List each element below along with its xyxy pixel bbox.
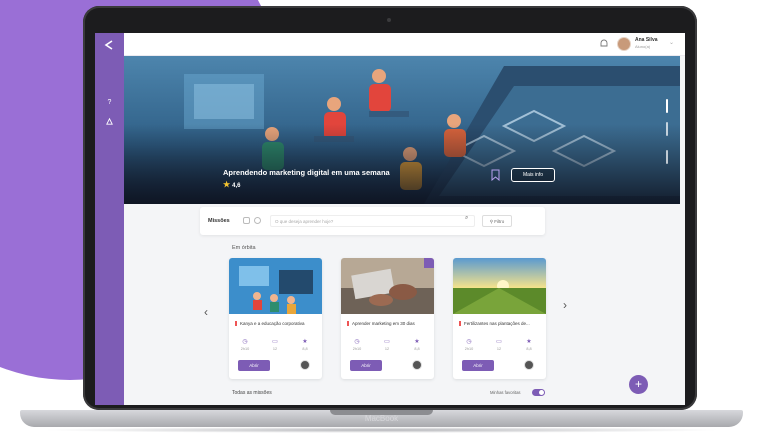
stat-value: 12 — [496, 347, 502, 351]
grid-view-icon[interactable] — [243, 217, 250, 224]
user-name: Ana Silva — [635, 37, 658, 43]
card-stat-duration: ◷ 2h10 — [233, 338, 257, 351]
hero-rating: ★ 4,6 — [223, 180, 241, 189]
avatar — [524, 360, 534, 370]
chevron-down-icon[interactable]: ⌄ — [669, 39, 674, 46]
avatar[interactable] — [617, 37, 631, 51]
card-stat-lessons: ▭ 12 — [263, 338, 287, 351]
plus-icon[interactable]: + — [629, 375, 648, 394]
stat-value: 12 — [272, 347, 278, 351]
card-image — [341, 258, 434, 314]
open-button[interactable]: Abrir — [238, 360, 270, 371]
top-bar: Ana Silva Aluno(a) ⌄ — [124, 33, 685, 56]
product-mockup: ? Ana Silva Aluno(a) ⌄ Aprendendo market… — [0, 0, 763, 441]
clock-icon: ◷ — [242, 339, 248, 345]
card-stat-lessons: ▭ 12 — [375, 338, 399, 351]
filter-label: Filtro — [494, 219, 505, 224]
laptop-shadow — [40, 427, 723, 433]
card-title: Kanya e a educação corporativa — [235, 321, 319, 326]
sidebar: ? — [95, 33, 124, 405]
medal-icon: ★ — [414, 339, 420, 345]
stat-value: 8,8 — [414, 347, 420, 351]
medal-icon: ★ — [526, 339, 532, 345]
card-stat-duration: ◷ 2h10 — [457, 338, 481, 351]
help-icon[interactable]: ? — [104, 97, 115, 108]
pager-dot-1[interactable] — [666, 99, 668, 113]
stat-value: 2h10 — [352, 347, 362, 351]
all-missions-title: Todas as missões — [232, 390, 272, 396]
bell-icon[interactable] — [600, 39, 609, 48]
chevron-left-icon[interactable]: ‹ — [204, 305, 208, 319]
stat-value: 8,8 — [526, 347, 532, 351]
stat-value: 2h10 — [464, 347, 474, 351]
missions-panel: Missões O que deseja aprender hoje? ⌕ ⚲ … — [200, 207, 545, 235]
chat-icon: ▭ — [384, 339, 390, 345]
hero-gradient — [124, 124, 680, 204]
hero-banner[interactable]: Aprendendo marketing digital em uma sema… — [124, 56, 680, 204]
missions-title: Missões — [208, 218, 230, 224]
stat-value: 12 — [384, 347, 390, 351]
clock-icon: ◷ — [354, 339, 360, 345]
bookmark-icon[interactable] — [491, 169, 501, 182]
logo-icon[interactable] — [103, 39, 115, 51]
card-stat-lessons: ▭ 12 — [487, 338, 511, 351]
card-image — [453, 258, 546, 314]
star-icon: ★ — [223, 180, 231, 189]
user-role: Aluno(a) — [635, 44, 651, 49]
pager-dot-3[interactable] — [666, 150, 668, 164]
search-icon[interactable]: ⌕ — [465, 215, 468, 222]
card-stat-score: ★ 8,8 — [405, 338, 429, 351]
card-title: Fertilizantes nas plantações de... — [459, 321, 543, 326]
chat-icon: ▭ — [272, 339, 278, 345]
mission-card[interactable]: Aprender marketing em 30 dias ◷ 2h10 ▭ 12 … — [341, 258, 434, 379]
chat-icon: ▭ — [496, 339, 502, 345]
section-title-in-orbit: Em órbita — [232, 245, 256, 251]
search-input[interactable]: O que deseja aprender hoje? — [270, 215, 475, 227]
stat-value: 8,8 — [302, 347, 308, 351]
more-info-button[interactable]: Mais info — [511, 168, 555, 182]
app-screen: ? Ana Silva Aluno(a) ⌄ Aprendendo market… — [95, 33, 685, 405]
card-stat-score: ★ 8,8 — [517, 338, 541, 351]
mission-card[interactable]: Kanya e a educação corporativa ◷ 2h10 ▭ 12… — [229, 258, 322, 379]
card-stat-duration: ◷ 2h10 — [345, 338, 369, 351]
open-button[interactable]: Abrir — [462, 360, 494, 371]
favorites-toggle[interactable] — [532, 389, 545, 396]
open-button[interactable]: Abrir — [350, 360, 382, 371]
chevron-right-icon[interactable]: › — [563, 298, 567, 312]
rocket-icon[interactable] — [104, 117, 115, 128]
medal-icon: ★ — [302, 339, 308, 345]
rating-value: 4,6 — [232, 183, 241, 189]
card-image — [229, 258, 322, 314]
device-label: MacBook — [364, 414, 399, 423]
favorites-label: Minhas favoritas — [490, 390, 521, 395]
filter-button[interactable]: ⚲ Filtro — [482, 215, 512, 227]
clock-icon: ◷ — [466, 339, 472, 345]
card-title: Aprender marketing em 30 dias — [347, 321, 431, 326]
stat-value: 2h10 — [240, 347, 250, 351]
avatar — [412, 360, 422, 370]
clock-filter-icon[interactable] — [254, 217, 261, 224]
avatar — [300, 360, 310, 370]
camera-icon — [387, 18, 391, 22]
mission-card[interactable]: Fertilizantes nas plantações de... ◷ 2h10… — [453, 258, 546, 379]
card-stat-score: ★ 8,8 — [293, 338, 317, 351]
hero-title: Aprendendo marketing digital em uma sema… — [223, 168, 390, 177]
pager-dot-2[interactable] — [666, 122, 668, 136]
